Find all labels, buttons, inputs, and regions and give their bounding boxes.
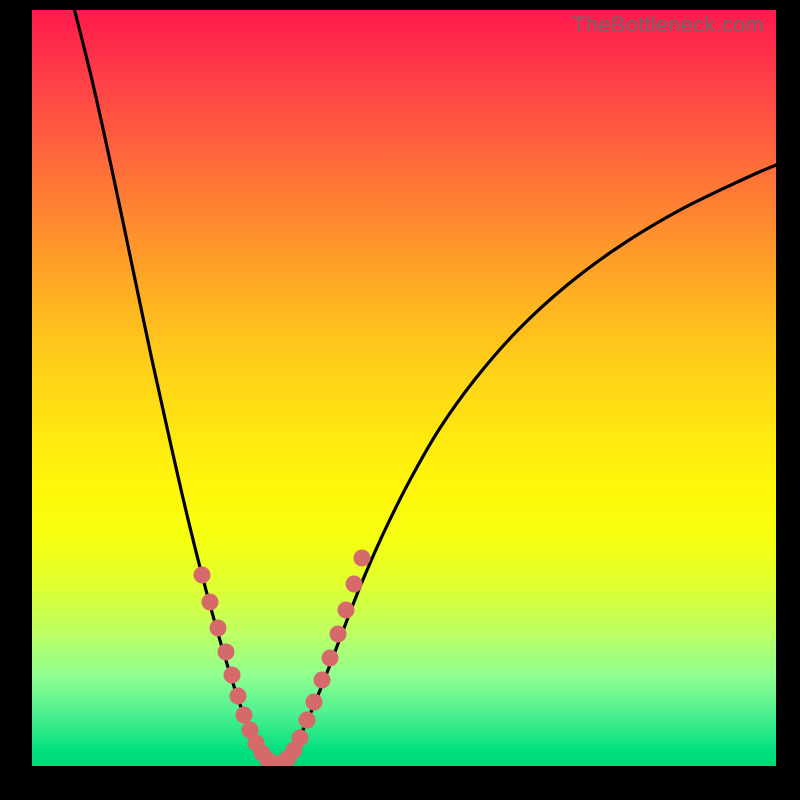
data-dot-right	[299, 712, 316, 729]
data-dot-left	[224, 667, 241, 684]
data-dot-right	[346, 576, 363, 593]
curve-left	[72, 10, 276, 766]
data-dot-right	[322, 650, 339, 667]
curve-right	[276, 165, 776, 766]
chart-svg	[32, 10, 776, 766]
data-dot-right	[292, 730, 309, 747]
data-dot-left	[194, 567, 211, 584]
data-dot-right	[338, 602, 355, 619]
data-dot-left	[210, 620, 227, 637]
data-dot-right	[314, 672, 331, 689]
data-dot-right	[354, 550, 371, 567]
data-dot-left	[218, 644, 235, 661]
data-dot-left	[202, 594, 219, 611]
watermark-text: TheBottleneck.com	[572, 12, 764, 38]
data-dot-right	[306, 694, 323, 711]
data-dot-left	[230, 688, 247, 705]
data-dot-right	[330, 626, 347, 643]
data-dot-left	[236, 707, 253, 724]
